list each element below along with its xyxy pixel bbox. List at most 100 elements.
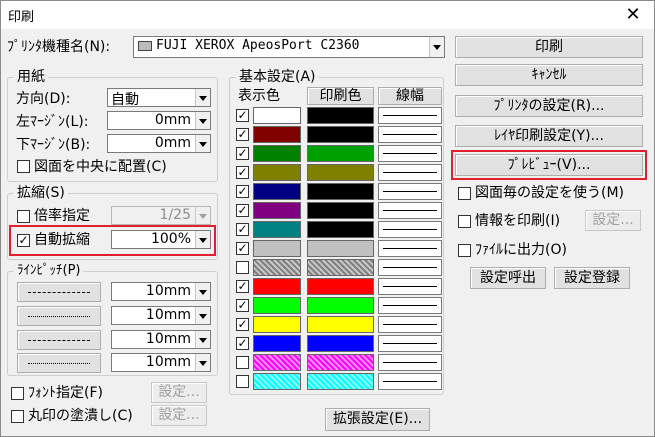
print-info-settings-button[interactable]: 設定... bbox=[585, 210, 641, 231]
line-width-swatch[interactable] bbox=[378, 183, 442, 200]
line-width-swatch[interactable] bbox=[378, 107, 442, 124]
close-icon[interactable]: ✕ bbox=[618, 2, 648, 28]
line-width-swatch[interactable] bbox=[378, 126, 442, 143]
print-color-swatch[interactable] bbox=[307, 373, 374, 390]
circle-fill-settings-button[interactable]: 設定... bbox=[151, 405, 207, 426]
per-drawing-checkbox[interactable] bbox=[458, 187, 471, 200]
display-color-swatch[interactable] bbox=[253, 297, 301, 314]
display-color-swatch[interactable] bbox=[253, 316, 301, 333]
cancel-button[interactable]: ｷｬﾝｾﾙ bbox=[455, 64, 643, 86]
display-color-swatch[interactable] bbox=[253, 126, 301, 143]
color-row-checkbox[interactable]: ✓ bbox=[236, 299, 249, 312]
print-color-header-button[interactable]: 印刷色 bbox=[307, 87, 374, 105]
display-color-swatch[interactable] bbox=[253, 221, 301, 238]
chevron-down-icon[interactable] bbox=[195, 207, 210, 224]
color-row-checkbox[interactable]: ✓ bbox=[236, 109, 249, 122]
printer-settings-button[interactable]: ﾌﾟﾘﾝﾀの設定(R)... bbox=[455, 95, 643, 117]
line-width-swatch[interactable] bbox=[378, 259, 442, 276]
color-row-checkbox[interactable] bbox=[236, 375, 249, 388]
print-color-swatch[interactable] bbox=[307, 183, 374, 200]
print-color-swatch[interactable] bbox=[307, 145, 374, 162]
color-row-checkbox[interactable]: ✓ bbox=[236, 318, 249, 331]
display-color-swatch[interactable] bbox=[253, 335, 301, 352]
chevron-down-icon[interactable] bbox=[195, 231, 210, 248]
line-pitch-select[interactable]: 10mm bbox=[111, 282, 211, 301]
auto-scale-select[interactable]: 100% bbox=[111, 230, 211, 249]
print-color-swatch[interactable] bbox=[307, 335, 374, 352]
color-row-checkbox[interactable]: ✓ bbox=[236, 242, 249, 255]
print-color-swatch[interactable] bbox=[307, 164, 374, 181]
font-spec-checkbox[interactable] bbox=[11, 387, 24, 400]
preview-button[interactable]: ﾌﾟﾚﾋﾞｭｰ(V)... bbox=[455, 154, 643, 176]
print-color-swatch[interactable] bbox=[307, 259, 374, 276]
left-margin-select[interactable]: 0mm bbox=[107, 111, 211, 130]
printer-select[interactable]: FUJI XEROX ApeosPort C2360 bbox=[133, 36, 445, 58]
print-color-swatch[interactable] bbox=[307, 316, 374, 333]
line-width-swatch[interactable] bbox=[378, 202, 442, 219]
display-color-swatch[interactable] bbox=[253, 202, 301, 219]
print-button[interactable]: 印刷 bbox=[455, 36, 643, 58]
line-pitch-style-button[interactable] bbox=[17, 306, 101, 326]
line-pitch-select[interactable]: 10mm bbox=[111, 353, 211, 372]
color-row-checkbox[interactable]: ✓ bbox=[236, 166, 249, 179]
display-color-swatch[interactable] bbox=[253, 240, 301, 257]
bottom-margin-select[interactable]: 0mm bbox=[107, 134, 211, 153]
print-color-swatch[interactable] bbox=[307, 354, 374, 371]
chevron-down-icon[interactable] bbox=[195, 89, 210, 106]
chevron-down-icon[interactable] bbox=[429, 37, 444, 57]
display-color-swatch[interactable] bbox=[253, 107, 301, 124]
color-row-checkbox[interactable]: ✓ bbox=[236, 223, 249, 236]
display-color-swatch[interactable] bbox=[253, 259, 301, 276]
display-color-swatch[interactable] bbox=[253, 373, 301, 390]
line-width-header-button[interactable]: 線幅 bbox=[378, 87, 442, 105]
recall-settings-button[interactable]: 設定呼出 bbox=[470, 267, 546, 289]
display-color-swatch[interactable] bbox=[253, 145, 301, 162]
color-row-checkbox[interactable] bbox=[236, 261, 249, 274]
circle-fill-checkbox[interactable] bbox=[11, 410, 24, 423]
chevron-down-icon[interactable] bbox=[195, 112, 210, 129]
color-row-checkbox[interactable]: ✓ bbox=[236, 128, 249, 141]
extended-settings-button[interactable]: 拡張設定(E)... bbox=[325, 408, 430, 431]
chevron-down-icon[interactable] bbox=[195, 354, 210, 371]
line-width-swatch[interactable] bbox=[378, 221, 442, 238]
line-pitch-style-button[interactable] bbox=[17, 330, 101, 350]
chevron-down-icon[interactable] bbox=[195, 307, 210, 324]
ratio-select[interactable]: 1/25 bbox=[111, 206, 211, 225]
line-width-swatch[interactable] bbox=[378, 145, 442, 162]
print-color-swatch[interactable] bbox=[307, 202, 374, 219]
color-row-checkbox[interactable] bbox=[236, 356, 249, 369]
display-color-swatch[interactable] bbox=[253, 354, 301, 371]
print-color-swatch[interactable] bbox=[307, 297, 374, 314]
print-info-checkbox[interactable] bbox=[458, 215, 471, 228]
line-pitch-select[interactable]: 10mm bbox=[111, 330, 211, 349]
line-width-swatch[interactable] bbox=[378, 164, 442, 181]
print-color-swatch[interactable] bbox=[307, 126, 374, 143]
chevron-down-icon[interactable] bbox=[195, 135, 210, 152]
file-output-checkbox[interactable] bbox=[458, 244, 471, 257]
auto-scale-checkbox[interactable]: ✓ bbox=[17, 234, 30, 247]
line-pitch-select[interactable]: 10mm bbox=[111, 306, 211, 325]
chevron-down-icon[interactable] bbox=[195, 331, 210, 348]
font-spec-settings-button[interactable]: 設定... bbox=[151, 382, 207, 403]
color-row-checkbox[interactable]: ✓ bbox=[236, 337, 249, 350]
line-pitch-style-button[interactable] bbox=[17, 282, 101, 302]
line-width-swatch[interactable] bbox=[378, 373, 442, 390]
line-width-swatch[interactable] bbox=[378, 316, 442, 333]
line-pitch-style-button[interactable] bbox=[17, 353, 101, 373]
display-color-swatch[interactable] bbox=[253, 183, 301, 200]
color-row-checkbox[interactable]: ✓ bbox=[236, 280, 249, 293]
color-row-checkbox[interactable]: ✓ bbox=[236, 147, 249, 160]
center-checkbox[interactable] bbox=[17, 160, 30, 173]
line-width-swatch[interactable] bbox=[378, 278, 442, 295]
line-width-swatch[interactable] bbox=[378, 354, 442, 371]
color-row-checkbox[interactable]: ✓ bbox=[236, 204, 249, 217]
orientation-select[interactable]: 自動 bbox=[107, 88, 211, 107]
print-color-swatch[interactable] bbox=[307, 107, 374, 124]
print-color-swatch[interactable] bbox=[307, 278, 374, 295]
color-row-checkbox[interactable]: ✓ bbox=[236, 185, 249, 198]
line-width-swatch[interactable] bbox=[378, 297, 442, 314]
print-color-swatch[interactable] bbox=[307, 221, 374, 238]
chevron-down-icon[interactable] bbox=[195, 283, 210, 300]
register-settings-button[interactable]: 設定登録 bbox=[554, 267, 630, 289]
line-width-swatch[interactable] bbox=[378, 335, 442, 352]
